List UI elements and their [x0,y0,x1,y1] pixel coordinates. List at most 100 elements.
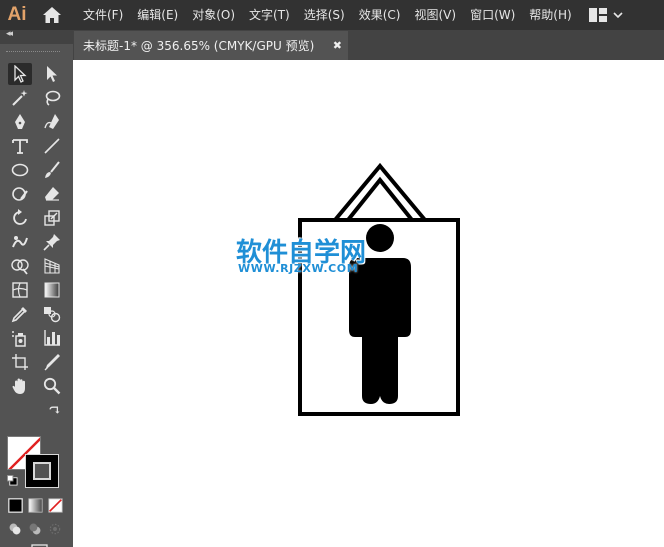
default-colors-icon [6,474,18,486]
ellipse-icon [11,163,29,177]
eyedropper-tool[interactable] [8,303,32,325]
stroke-swatch[interactable] [25,454,59,488]
pin-icon [43,234,60,251]
gradient-icon [44,282,60,298]
puppet-warp-icon [12,236,28,248]
zoom-magnifier-icon [43,377,61,395]
screen-mode-button[interactable] [24,542,50,547]
toolbar-grip[interactable] [6,51,60,53]
none-swatch-icon [47,497,63,513]
main-menu: 文件(F) 编辑(E) 对象(O) 文字(T) 选择(S) 效果(C) 视图(V… [76,0,579,30]
gradient-mode-button[interactable] [26,496,44,514]
menu-object[interactable]: 对象(O) [185,0,242,30]
hand-tool[interactable] [8,375,32,397]
artboard-tool[interactable] [8,351,32,373]
eraser-tool[interactable] [40,183,64,205]
home-button[interactable] [34,0,70,30]
swap-arrow-icon [49,406,60,414]
hand-icon [12,378,25,394]
line-segment-icon [44,138,60,154]
slice-tool[interactable] [40,351,64,373]
pin-tool[interactable] [40,231,64,253]
tools-panel: ◂◂ [0,29,73,547]
artboard-canvas[interactable]: 软件自学网 WWW.RJZXW.COM [73,60,664,547]
swap-fill-stroke-button[interactable] [46,403,62,419]
none-mode-button[interactable] [46,496,64,514]
collapse-icon: ◂◂ [6,29,13,39]
chevron-down-icon [613,12,623,19]
eyedropper-icon [11,307,27,323]
draw-behind-icon [29,523,41,535]
figure-head [366,224,394,252]
ellipse-tool[interactable] [8,159,32,181]
lasso-icon [45,90,61,106]
shaper-tool[interactable] [8,183,32,205]
home-icon [43,7,61,23]
selection-tool[interactable] [8,63,32,85]
magic-wand-tool[interactable] [8,87,32,109]
eraser-icon [45,187,59,201]
column-graph-tool[interactable] [40,327,64,349]
close-tab-icon[interactable]: ✖ [333,39,342,52]
rotate-tool[interactable] [8,207,32,229]
menu-file[interactable]: 文件(F) [76,0,130,30]
app-logo: Ai [7,4,27,25]
menu-type[interactable]: 文字(T) [242,0,297,30]
shape-builder-icon [11,259,29,275]
perspective-grid-icon [44,258,60,274]
lasso-tool[interactable] [40,87,64,109]
gradient-tool[interactable] [40,279,64,301]
mesh-icon [12,282,28,298]
document-tab-title: 未标题-1* @ 356.65% (CMYK/GPU 预览) [83,39,315,53]
document-tab[interactable]: 未标题-1* @ 356.65% (CMYK/GPU 预览) ✖ [74,31,348,60]
line-segment-tool[interactable] [40,135,64,157]
menu-edit[interactable]: 编辑(E) [130,0,185,30]
scale-tool[interactable] [40,207,64,229]
perspective-grid-tool[interactable] [40,255,64,277]
pen-tool[interactable] [8,111,32,133]
direct-selection-arrow-icon [47,66,57,82]
workspace-icon [588,8,607,22]
paintbrush-tool[interactable] [40,159,64,181]
paintbrush-icon [45,161,60,178]
draw-normal-icon [9,523,21,535]
gradient-swatch-icon [27,497,43,513]
draw-behind-button[interactable] [26,520,44,538]
column-graph-icon [44,330,60,346]
curvature-pen-icon [44,114,59,129]
pen-icon [15,114,25,129]
direct-selection-tool[interactable] [40,63,64,85]
toolbar-collapse-bar[interactable]: ◂◂ [0,29,73,44]
document-tab-strip: 未标题-1* @ 356.65% (CMYK/GPU 预览) ✖ [73,30,664,60]
draw-normal-button[interactable] [6,520,24,538]
workspace-switcher[interactable] [588,0,623,30]
draw-inside-icon [49,523,61,535]
color-mode-button[interactable] [6,496,24,514]
hanger-outer [333,162,427,222]
magic-wand-icon [12,90,28,106]
menu-effect[interactable]: 效果(C) [352,0,408,30]
draw-inside-button[interactable] [46,520,64,538]
slice-icon [44,354,60,371]
symbol-sprayer-tool[interactable] [8,327,32,349]
puppet-warp-tool[interactable] [8,231,32,253]
default-fill-stroke-button[interactable] [4,472,20,488]
blend-tool[interactable] [40,303,64,325]
menu-help[interactable]: 帮助(H) [522,0,578,30]
rotate-icon [13,209,27,225]
solid-color-icon [7,497,23,513]
selection-arrow-icon [14,65,27,83]
artwork [298,162,460,416]
mesh-tool[interactable] [8,279,32,301]
curvature-tool[interactable] [40,111,64,133]
watermark-url: WWW.RJZXW.COM [238,262,359,275]
shape-builder-tool[interactable] [8,255,32,277]
menu-view[interactable]: 视图(V) [407,0,463,30]
hanger-inner [346,176,414,222]
type-tool[interactable] [8,135,32,157]
menu-window[interactable]: 窗口(W) [463,0,522,30]
zoom-tool[interactable] [40,375,64,397]
artboard-icon [12,354,28,370]
shaper-icon [12,187,28,201]
menu-select[interactable]: 选择(S) [297,0,352,30]
